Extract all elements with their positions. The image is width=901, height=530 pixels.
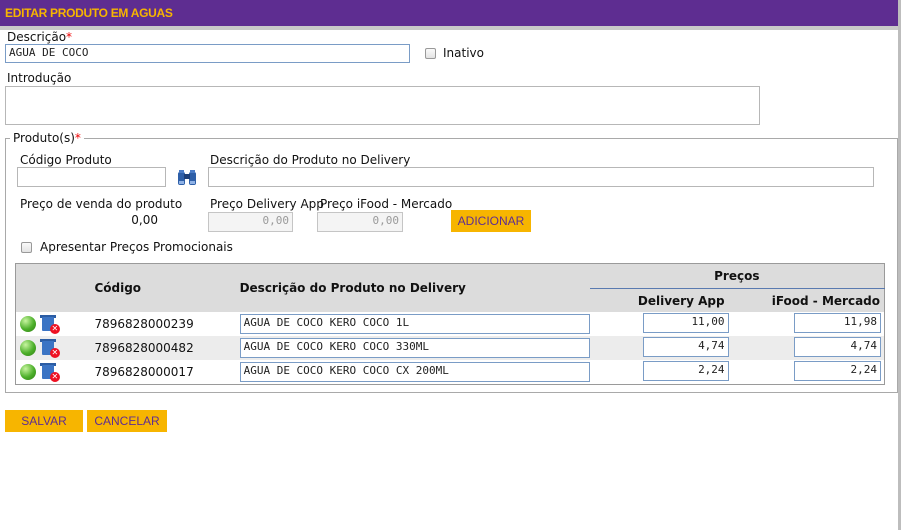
- table-header-row: Código Descrição do Produto no Delivery …: [15, 263, 885, 295]
- promo-checkbox[interactable]: [21, 242, 32, 253]
- row-descricao-input[interactable]: AGUA DE COCO KERO COCO 1L: [239, 314, 590, 334]
- inativo-checkbox[interactable]: [425, 48, 436, 59]
- row-descricao-input[interactable]: AGUA DE COCO KERO COCO CX 200ML: [239, 362, 590, 382]
- preco-delivery-label: Preço Delivery App: [210, 197, 324, 211]
- table-row: ✕ 7896828000017 AGUA DE COCO KERO COCO C…: [16, 360, 885, 385]
- delete-icon[interactable]: ✕: [39, 314, 60, 334]
- col-codigo-header: Código: [94, 281, 142, 295]
- descricao-delivery-label: Descrição do Produto no Delivery: [210, 153, 411, 167]
- inativo-label: Inativo: [443, 46, 484, 60]
- cancelar-button[interactable]: CANCELAR: [87, 410, 167, 432]
- preco-venda-value: 0,00: [131, 213, 158, 227]
- row-ifood-input[interactable]: 4,74: [794, 336, 881, 357]
- adicionar-button[interactable]: ADICIONAR: [451, 210, 531, 232]
- table-row: ✕ 7896828000482 AGUA DE COCO KERO COCO 3…: [15, 336, 885, 360]
- row-codigo: 7896828000239: [94, 317, 194, 331]
- products-table: Código Descrição do Produto no Delivery …: [15, 263, 885, 385]
- delete-icon[interactable]: ✕: [39, 338, 60, 358]
- row-delivery-input[interactable]: 4,74: [642, 336, 729, 357]
- introducao-textarea[interactable]: [5, 86, 760, 125]
- row-ifood-input[interactable]: 2,24: [794, 360, 881, 381]
- descricao-delivery-input[interactable]: [208, 167, 874, 187]
- col-descricao-header: Descrição do Produto no Delivery: [239, 281, 466, 295]
- promo-label: Apresentar Preços Promocionais: [40, 240, 233, 254]
- descricao-label: Descrição*: [7, 30, 73, 44]
- row-descricao-input[interactable]: AGUA DE COCO KERO COCO 330ML: [239, 338, 590, 358]
- window-title-bar: EDITAR PRODUTO EM AGUAS: [0, 0, 898, 30]
- preco-venda-label: Preço de venda do produto: [20, 197, 183, 211]
- preco-ifood-input[interactable]: 0,00: [317, 212, 403, 232]
- row-ifood-input[interactable]: 11,98: [794, 312, 881, 333]
- binoculars-search-icon[interactable]: [176, 168, 198, 188]
- window-title: EDITAR PRODUTO EM AGUAS: [5, 6, 173, 20]
- edit-icon[interactable]: [20, 340, 36, 356]
- delete-icon[interactable]: ✕: [39, 362, 60, 382]
- col-delivery-header: Delivery App: [637, 293, 725, 308]
- row-codigo: 7896828000017: [94, 365, 194, 379]
- edit-icon[interactable]: [20, 316, 36, 332]
- codigo-produto-input[interactable]: [17, 167, 166, 187]
- col-ifood-header: iFood - Mercado: [771, 293, 880, 308]
- row-delivery-input[interactable]: 2,24: [642, 360, 729, 381]
- preco-ifood-label: Preço iFood - Mercado: [320, 197, 453, 211]
- introducao-label: Introdução: [7, 71, 72, 85]
- row-codigo: 7896828000482: [94, 336, 240, 360]
- table-row: ✕ 7896828000239 AGUA DE COCO KERO COCO 1…: [16, 312, 885, 336]
- row-delivery-input[interactable]: 11,00: [642, 312, 729, 333]
- descricao-input[interactable]: AGUA DE COCO: [5, 44, 410, 63]
- salvar-button[interactable]: SALVAR: [5, 410, 83, 432]
- col-precos-header: Preços: [589, 263, 885, 289]
- produtos-legend: Produto(s)*: [10, 131, 84, 145]
- preco-delivery-input[interactable]: 0,00: [208, 212, 293, 232]
- edit-icon[interactable]: [20, 364, 36, 380]
- codigo-produto-label: Código Produto: [20, 153, 112, 167]
